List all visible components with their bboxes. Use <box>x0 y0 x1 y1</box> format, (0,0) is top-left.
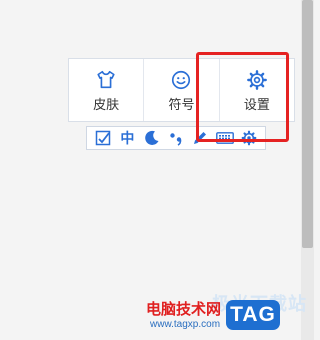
vertical-scrollbar-thumb[interactable] <box>302 0 313 248</box>
gear-icon <box>246 70 267 90</box>
toolbar-punctuation-button[interactable] <box>167 129 185 147</box>
crescent-moon-icon <box>144 130 159 145</box>
skin-label: 皮肤 <box>93 97 120 112</box>
watermark-tag-logo: TAG <box>226 300 280 330</box>
chinese-mode-label: 中 <box>120 130 135 146</box>
toolbar-settings-button[interactable] <box>240 129 258 147</box>
gear-icon <box>241 130 257 146</box>
symbols-button[interactable]: 符号 <box>144 59 220 121</box>
watermark-site-name: 电脑技术网 <box>146 301 222 318</box>
toolbar-halfwidth-button[interactable] <box>143 129 161 147</box>
pen-icon <box>194 132 207 144</box>
symbols-label: 符号 <box>168 97 195 112</box>
smiley-icon <box>172 70 191 90</box>
toolbar-chinese-mode-button[interactable]: 中 <box>118 129 136 147</box>
ime-popup-panel: 皮肤 符号 设置 <box>68 58 295 122</box>
watermark-url: www.tagxp.com <box>150 319 221 330</box>
checkbox-icon <box>95 130 111 146</box>
punctuation-icon <box>170 133 182 146</box>
skin-button[interactable]: 皮肤 <box>69 59 145 121</box>
toolbar-checkbox-button[interactable] <box>94 129 112 147</box>
settings-label: 设置 <box>243 97 270 112</box>
ime-toolbar: 中 <box>86 126 266 150</box>
toolbar-handwriting-button[interactable] <box>191 129 209 147</box>
tshirt-icon <box>97 70 115 89</box>
settings-button[interactable]: 设置 <box>220 59 294 121</box>
keyboard-icon <box>215 132 234 144</box>
toolbar-keyboard-button[interactable] <box>215 129 234 147</box>
